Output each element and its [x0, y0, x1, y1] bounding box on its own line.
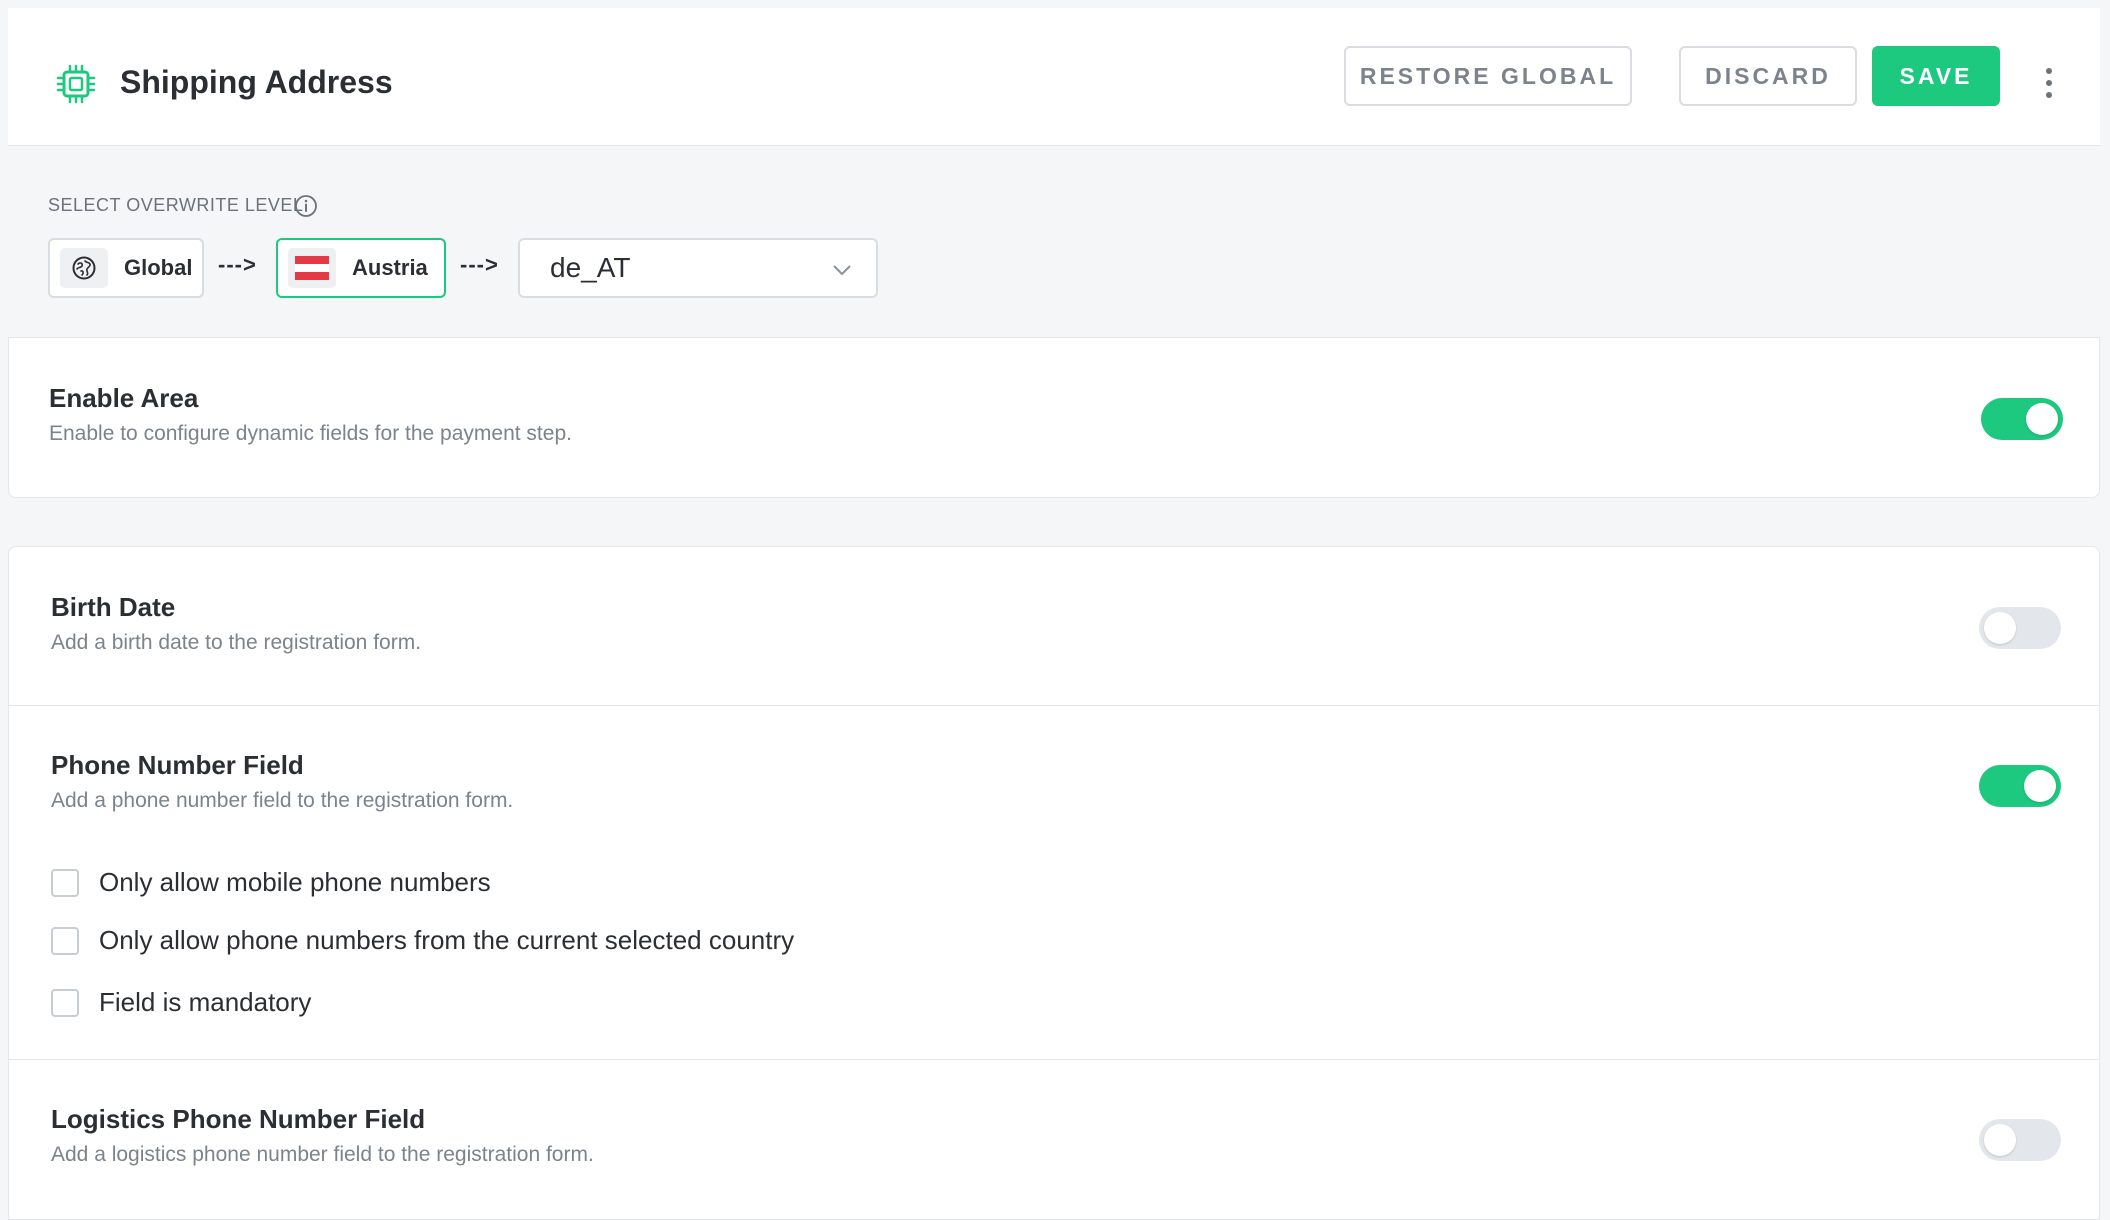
settings-page: Shipping Address RESTORE GLOBAL DISCARD … [0, 0, 2110, 1220]
enable-area-toggle[interactable] [1981, 398, 2063, 440]
level-chip-label: Global [124, 255, 193, 280]
discard-button[interactable]: DISCARD [1679, 46, 1857, 106]
phone-number-title: Phone Number Field [51, 750, 304, 780]
more-options-icon[interactable] [2034, 60, 2064, 106]
page-title: Shipping Address [120, 64, 393, 100]
level-chip-global[interactable]: Global [48, 238, 204, 298]
phone-number-description: Add a phone number field to the registra… [51, 789, 514, 812]
info-icon[interactable] [294, 194, 318, 218]
save-button[interactable]: SAVE [1872, 46, 2000, 106]
option-field-mandatory[interactable]: Field is mandatory [51, 987, 311, 1018]
chevron-down-icon [833, 265, 851, 276]
section-divider [9, 1059, 2099, 1060]
locale-select[interactable]: de_AT [518, 238, 878, 298]
restore-global-button[interactable]: RESTORE GLOBAL [1344, 46, 1632, 106]
birth-date-description: Add a birth date to the registration for… [51, 631, 422, 654]
enable-area-card: Enable Area Enable to configure dynamic … [8, 338, 2100, 498]
overwrite-level-section: SELECT OVERWRITE LEVEL Global ---> Austr… [8, 146, 2100, 338]
page-header: Shipping Address RESTORE GLOBAL DISCARD … [8, 8, 2100, 146]
logistics-phone-title: Logistics Phone Number Field [51, 1104, 426, 1134]
checkbox[interactable] [51, 926, 79, 955]
section-divider [9, 705, 2099, 706]
enable-area-title: Enable Area [49, 383, 199, 413]
checkbox[interactable] [51, 988, 79, 1017]
level-chip-austria[interactable]: Austria [276, 238, 446, 298]
birth-date-title: Birth Date [51, 592, 176, 622]
birth-date-toggle[interactable] [1979, 607, 2061, 649]
option-mobile-only[interactable]: Only allow mobile phone numbers [51, 867, 491, 898]
globe-icon [60, 248, 108, 288]
logistics-phone-description: Add a logistics phone number field to th… [51, 1143, 594, 1166]
option-label: Only allow mobile phone numbers [99, 867, 491, 897]
chip-icon [56, 64, 96, 104]
level-chip-label: Austria [352, 255, 428, 280]
level-arrow: ---> [460, 252, 499, 277]
enable-area-description: Enable to configure dynamic fields for t… [49, 422, 572, 445]
phone-number-toggle[interactable] [1979, 765, 2061, 807]
checkbox[interactable] [51, 868, 79, 897]
option-label: Field is mandatory [99, 987, 312, 1017]
option-current-country-only[interactable]: Only allow phone numbers from the curren… [51, 925, 794, 956]
fields-card: Birth Date Add a birth date to the regis… [8, 546, 2100, 1220]
locale-select-value: de_AT [550, 252, 631, 283]
overwrite-level-label: SELECT OVERWRITE LEVEL [48, 195, 304, 215]
option-label: Only allow phone numbers from the curren… [99, 925, 795, 955]
logistics-phone-toggle[interactable] [1979, 1119, 2061, 1161]
level-arrow: ---> [218, 252, 257, 277]
austria-flag-icon [288, 248, 336, 288]
